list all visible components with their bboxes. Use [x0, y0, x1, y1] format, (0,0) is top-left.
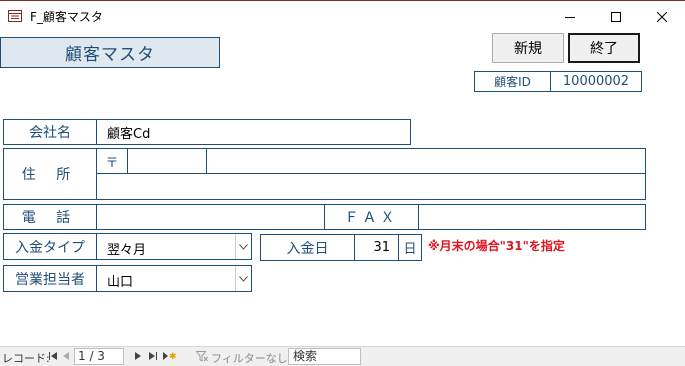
- fax-label: ＦＡＸ: [324, 204, 419, 230]
- filter-icon: [195, 351, 208, 365]
- sales-rep-label: 営業担当者: [3, 265, 97, 292]
- maximize-button[interactable]: [593, 1, 639, 33]
- page-title: 顧客マスタ: [0, 37, 220, 68]
- company-label: 会社名: [3, 119, 97, 145]
- address-label: 住 所: [3, 148, 97, 200]
- last-record-icon: [149, 352, 157, 360]
- sales-rep-dropdown-button[interactable]: [235, 266, 251, 291]
- address-line1-field[interactable]: [206, 148, 646, 174]
- payment-type-label: 入金タイプ: [3, 233, 97, 260]
- payment-day-note: ※月末の場合"31"を指定: [428, 239, 565, 253]
- payment-type-value: 翌々月: [107, 243, 147, 258]
- address-line2-field[interactable]: [96, 173, 646, 200]
- new-record-button[interactable]: ✱: [162, 350, 177, 365]
- first-record-icon: [49, 352, 57, 360]
- sales-rep-value: 山口: [107, 275, 134, 290]
- new-record-icon: ✱: [163, 352, 177, 362]
- window-title: F_顧客マスタ: [30, 10, 103, 24]
- filter-status[interactable]: フィルターなし: [211, 350, 288, 366]
- payment-day-field[interactable]: 31: [354, 234, 399, 261]
- payment-type-dropdown-button[interactable]: [235, 234, 251, 259]
- company-field[interactable]: 顧客Cd: [96, 119, 411, 145]
- payment-type-dropdown[interactable]: 翌々月: [96, 233, 252, 260]
- record-position-field[interactable]: 1 / 3: [74, 348, 124, 365]
- phone-label: 電 話: [3, 204, 97, 230]
- sales-rep-dropdown[interactable]: 山口: [96, 265, 252, 292]
- maximize-icon: [611, 12, 621, 22]
- close-icon: [657, 12, 667, 22]
- last-record-button[interactable]: [148, 351, 158, 364]
- form-icon: [8, 10, 22, 22]
- customer-id-value: 10000002: [550, 71, 642, 92]
- phone-field[interactable]: [96, 204, 325, 230]
- fax-field[interactable]: [418, 204, 646, 230]
- postal-code-field[interactable]: [127, 148, 207, 174]
- record-navigation-bar: レコード: 1 / 3 ✱ フィルターなし 検索: [0, 346, 685, 366]
- close-button[interactable]: [639, 1, 685, 33]
- chevron-down-icon: [239, 243, 248, 250]
- next-record-icon: [135, 352, 141, 360]
- minimize-button[interactable]: [547, 1, 593, 33]
- record-label: レコード:: [2, 352, 50, 365]
- new-button[interactable]: 新規: [492, 33, 564, 63]
- previous-record-button[interactable]: [62, 351, 70, 364]
- next-record-button[interactable]: [134, 351, 142, 364]
- customer-id-label: 顧客ID: [474, 71, 551, 92]
- payment-day-unit: 日: [398, 234, 422, 261]
- previous-record-icon: [63, 352, 69, 360]
- first-record-button[interactable]: [48, 351, 58, 364]
- close-form-button[interactable]: 終了: [568, 33, 640, 63]
- chevron-down-icon: [239, 275, 248, 282]
- payment-day-label: 入金日: [260, 234, 355, 261]
- minimize-icon: [565, 17, 575, 18]
- postal-mark: 〒: [96, 148, 128, 174]
- title-bar: F_顧客マスタ: [0, 0, 685, 32]
- search-input[interactable]: 検索: [288, 348, 361, 365]
- svg-text:✱: ✱: [169, 352, 176, 362]
